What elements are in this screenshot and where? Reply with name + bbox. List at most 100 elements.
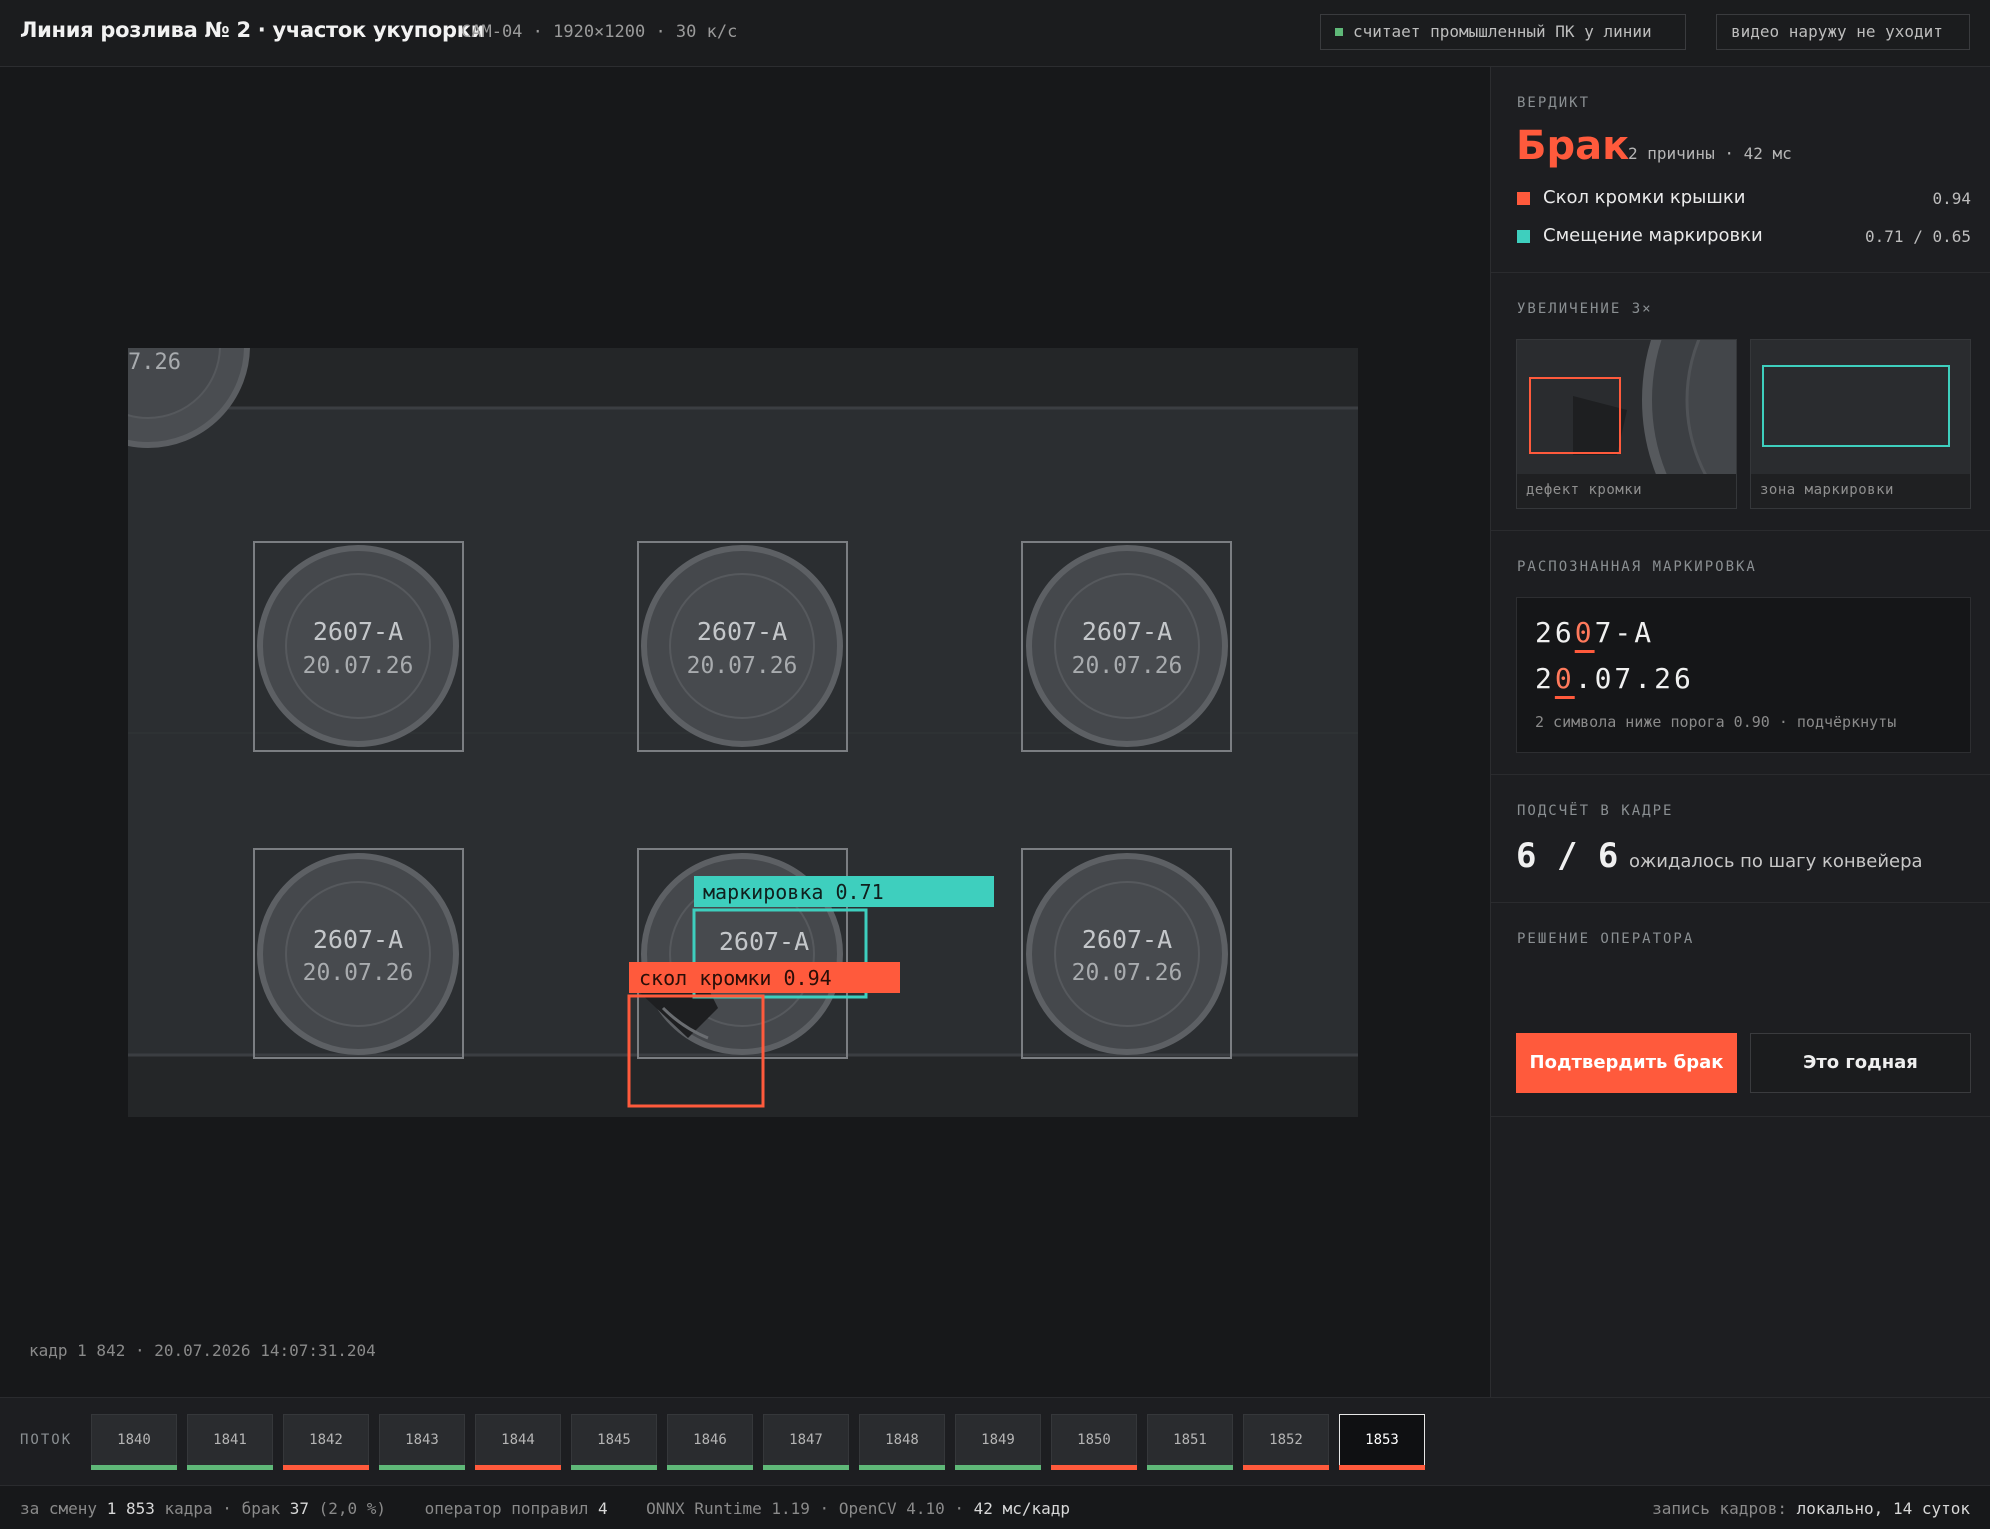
camera-info: CAM-04 · 1920×1200 · 30 к/с xyxy=(461,22,738,42)
page-title: Линия розлива № 2 · участок укупорки xyxy=(20,18,486,42)
confirm-defect-button[interactable]: Подтвердить брак xyxy=(1516,1033,1737,1093)
cap-code: 2607-A xyxy=(313,617,403,646)
ocr-chars: 26 xyxy=(1535,616,1575,649)
stream-frame-status-bar xyxy=(859,1465,945,1470)
stream-frame-thumb[interactable]: 1848 xyxy=(859,1414,945,1470)
stream-frame-thumb[interactable]: 1846 xyxy=(667,1414,753,1470)
stream-frame-id: 1848 xyxy=(885,1432,919,1448)
zoom-defect-image xyxy=(1529,340,1736,476)
stream-frame-thumb[interactable]: 1840 xyxy=(91,1414,177,1470)
storage-info: запись кадров: локально, 14 суток xyxy=(1652,1499,1970,1518)
cap-date: 20.07.26 xyxy=(1072,960,1183,986)
stream-frame-thumb[interactable]: 1850 xyxy=(1051,1414,1137,1470)
zoom-marking-thumbnail[interactable]: зона маркировки xyxy=(1750,339,1971,509)
reason-item[interactable]: Скол кромки крышки 0.94 xyxy=(1517,187,1971,213)
count-value: 6 / 6 xyxy=(1516,836,1619,876)
zoom-label: УВЕЛИЧЕНИЕ 3× xyxy=(1517,301,1653,317)
stream-frame-status-bar xyxy=(763,1465,849,1470)
stream-frame-id: 1850 xyxy=(1077,1432,1111,1448)
defect-percent: (2,0 %) xyxy=(309,1499,387,1518)
ocr-line-code: 2607-A xyxy=(1535,616,1654,649)
stream-frame-status-bar xyxy=(955,1465,1041,1470)
stream-frame-status-bar xyxy=(187,1465,273,1470)
stream-frame-thumb[interactable]: 1852 xyxy=(1243,1414,1329,1470)
zoom-marking-caption: зона маркировки xyxy=(1751,474,1970,508)
reason-text: Скол кромки крышки xyxy=(1543,187,1746,208)
verdict-summary: 2 причины · 42 мс xyxy=(1628,144,1792,163)
mark-good-button[interactable]: Это годная xyxy=(1750,1033,1971,1093)
stream-frame-thumb[interactable]: 1842 xyxy=(283,1414,369,1470)
stream-frame-status-bar xyxy=(1147,1465,1233,1470)
zoom-defect-thumbnail[interactable]: дефект кромки xyxy=(1516,339,1737,509)
compute-location-text: считает промышленный ПК у линии xyxy=(1353,22,1652,41)
detection-chip-label: скол кромки 0.94 xyxy=(639,966,832,990)
stream-frame-id: 1841 xyxy=(213,1432,247,1448)
runtime-info: ONNX Runtime 1.19 · OpenCV 4.10 · xyxy=(646,1499,974,1518)
verdict-label: ВЕРДИКТ xyxy=(1517,95,1591,111)
ocr-chars: 2 xyxy=(1535,662,1555,695)
stream-frame-thumb[interactable]: 1851 xyxy=(1147,1414,1233,1470)
stream-frame-status-bar xyxy=(475,1465,561,1470)
cap-date: 20.07.26 xyxy=(303,653,414,679)
stream-frame-thumb[interactable]: 1853 xyxy=(1339,1414,1425,1470)
stream-frame-id: 1853 xyxy=(1365,1432,1399,1448)
count-note: ожидалось по шагу конвейера xyxy=(1629,851,1923,872)
defects-label: кадра · брак xyxy=(154,1499,290,1518)
storage-value: локально, 14 суток xyxy=(1796,1499,1970,1518)
partial-cap-text: 7.26 xyxy=(128,350,181,375)
stream-frame-thumb[interactable]: 1844 xyxy=(475,1414,561,1470)
stream-frame-status-bar xyxy=(667,1465,753,1470)
storage-label: запись кадров: xyxy=(1652,1499,1797,1518)
stream-frame-thumb[interactable]: 1841 xyxy=(187,1414,273,1470)
ocr-low-confidence-char: 0 xyxy=(1554,662,1575,695)
cap-code: 2607-A xyxy=(719,927,809,956)
cap-date: 20.07.26 xyxy=(1072,653,1183,679)
stream-frame-id: 1849 xyxy=(981,1432,1015,1448)
stream-frame-thumb[interactable]: 1849 xyxy=(955,1414,1041,1470)
stream-frame-status-bar xyxy=(283,1465,369,1470)
operator-fix-count: 4 xyxy=(597,1499,608,1518)
stream-frame-thumb[interactable]: 1847 xyxy=(763,1414,849,1470)
cap-code: 2607-A xyxy=(697,617,787,646)
decision-label: РЕШЕНИЕ ОПЕРАТОРА xyxy=(1517,931,1695,947)
camera-frame[interactable]: 7.26 2607-A 20.07.26 2607-A 20.07.26 260… xyxy=(128,348,1358,1117)
zoom-defect-caption: дефект кромки xyxy=(1517,474,1736,508)
cap-code: 2607-A xyxy=(313,925,403,954)
verdict-section: ВЕРДИКТ Брак 2 причины · 42 мс Скол кром… xyxy=(1491,67,1990,273)
stream-frame-id: 1847 xyxy=(789,1432,823,1448)
cap-date: 20.07.26 xyxy=(687,653,798,679)
shift-stats: за смену 1 853 кадра · брак 37 (2,0 %) о… xyxy=(20,1499,1070,1518)
stream-frame-id: 1846 xyxy=(693,1432,727,1448)
cap-code: 2607-A xyxy=(1082,925,1172,954)
zoom-marking-image xyxy=(1762,365,1950,447)
shift-frame-count: 1 853 xyxy=(106,1499,155,1518)
ocr-chars: .07.26 xyxy=(1574,662,1694,695)
frame-stream: ПОТОК 1840 1841 1842 1843 1844 1845 1846 1847 18… xyxy=(0,1397,1990,1485)
ocr-chars: 7-A xyxy=(1594,616,1655,649)
stream-frame-thumb[interactable]: 1843 xyxy=(379,1414,465,1470)
frame-timestamp: кадр 1 842 · 20.07.2026 14:07:31.204 xyxy=(29,1341,376,1360)
detection-marking-label: маркировка 0.71 xyxy=(703,880,884,904)
stream-frame-id: 1851 xyxy=(1173,1432,1207,1448)
latency-value: 42 мс/кадр xyxy=(973,1499,1070,1518)
stream-frame-status-bar xyxy=(571,1465,657,1470)
stream-frame-id: 1840 xyxy=(117,1432,151,1448)
reason-text: Смещение маркировки xyxy=(1543,225,1763,246)
reason-score: 0.71 / 0.65 xyxy=(1865,227,1971,246)
stream-frame-status-bar xyxy=(379,1465,465,1470)
count-label: ПОДСЧЁТ В КАДРЕ xyxy=(1517,803,1674,819)
top-bar: Линия розлива № 2 · участок укупорки CAM… xyxy=(0,0,1990,67)
compute-location-badge: считает промышленный ПК у линии xyxy=(1320,14,1686,50)
inspection-panel: ВЕРДИКТ Брак 2 причины · 42 мс Скол кром… xyxy=(1490,67,1990,1397)
reason-item[interactable]: Смещение маркировки 0.71 / 0.65 xyxy=(1517,225,1971,251)
chip-legend-icon xyxy=(1517,192,1530,205)
ocr-result: 2607-A 20.07.26 2 символа ниже порога 0.… xyxy=(1516,597,1971,753)
stream-frame-thumb[interactable]: 1845 xyxy=(571,1414,657,1470)
shift-label: за смену xyxy=(20,1499,107,1518)
stream-frame-status-bar xyxy=(91,1465,177,1470)
stream-frame-id: 1845 xyxy=(597,1432,631,1448)
status-dot-icon xyxy=(1335,28,1343,36)
stream-frame-id: 1842 xyxy=(309,1432,343,1448)
stream-frame-id: 1844 xyxy=(501,1432,535,1448)
stream-frame-status-bar xyxy=(1339,1465,1425,1470)
